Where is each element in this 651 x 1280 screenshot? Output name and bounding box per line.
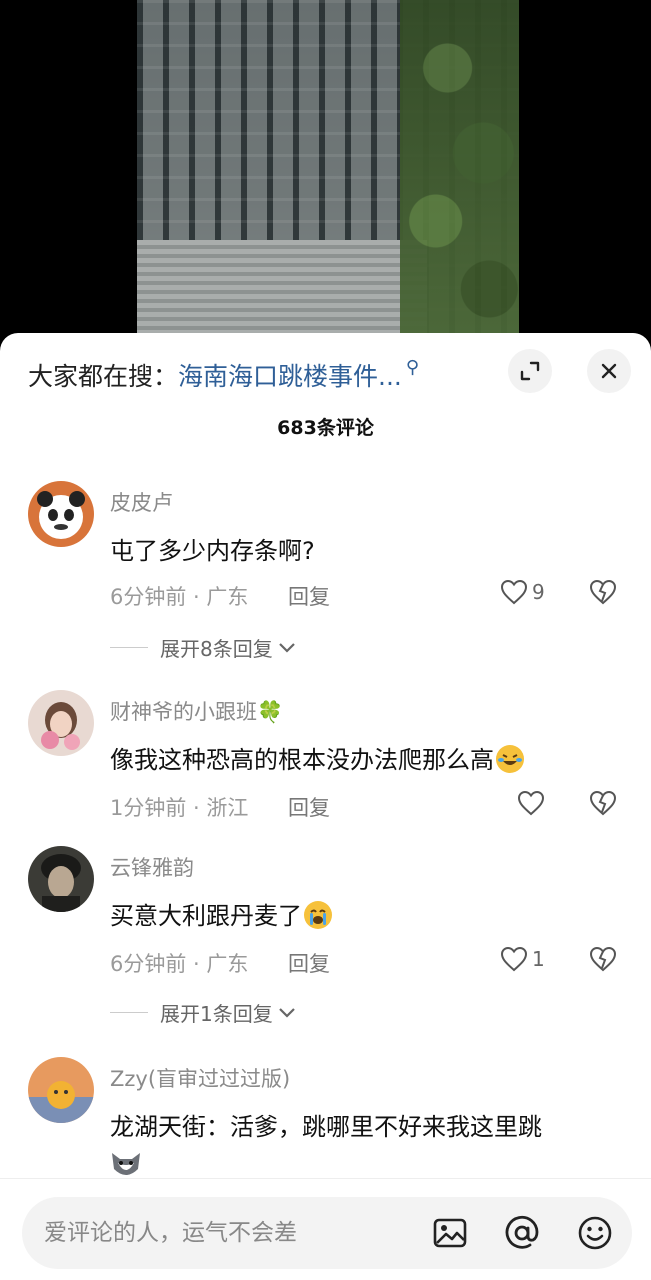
divider (110, 1012, 148, 1013)
comment-username[interactable]: 云锋雅韵 (110, 852, 194, 882)
comment-text-content: 像我这种恐高的根本没办法爬那么高 (110, 746, 494, 774)
search-suggestion[interactable]: 大家都在搜： 海南海口跳楼事件... ⚲ (28, 355, 419, 395)
chevron-down-icon (278, 642, 295, 653)
comment-count-title: 683条评论 (277, 417, 374, 439)
search-term-link[interactable]: 海南海口跳楼事件... (178, 357, 402, 393)
like-button[interactable]: 9 (500, 579, 545, 605)
broken-heart-icon (589, 946, 617, 972)
reply-button[interactable]: 回复 (288, 792, 330, 822)
close-button[interactable] (587, 349, 631, 393)
tree-image (400, 0, 519, 340)
heart-icon (500, 946, 528, 972)
comments-sheet: 大家都在搜： 海南海口跳楼事件... ⚲ 683条评论 皮皮卢 屯了多少内存条啊… (0, 333, 651, 1280)
search-prefix-label: 大家都在搜： (28, 362, 179, 391)
comment-text: 屯了多少内存条啊? (110, 537, 315, 565)
emoji-icon[interactable] (577, 1215, 613, 1251)
like-button[interactable] (516, 790, 546, 816)
comment-input[interactable] (44, 1197, 424, 1269)
comment-username[interactable]: 财神爷的小跟班🍀 (110, 696, 283, 726)
dislike-button[interactable] (588, 790, 618, 820)
mention-icon[interactable] (504, 1215, 540, 1251)
broken-heart-icon (589, 790, 617, 816)
avatar[interactable] (28, 481, 94, 547)
avatar[interactable] (28, 690, 94, 756)
like-count: 1 (532, 947, 545, 971)
comment-item: 云锋雅韵 买意大利跟丹麦了 6分钟前 · 广东 回复 1 展开1条回复 (0, 846, 651, 1036)
comment-username[interactable]: 皮皮卢 (110, 487, 173, 517)
comment-text: 买意大利跟丹麦了 (110, 896, 332, 931)
image-icon[interactable] (432, 1215, 468, 1251)
expand-replies-button[interactable]: 展开1条回复 (110, 998, 297, 1027)
search-icon: ⚲ (405, 356, 420, 378)
comment-username[interactable]: Zzy(盲审过过过版) (110, 1063, 290, 1093)
broken-heart-icon (589, 579, 617, 605)
comment-input-bar (0, 1178, 651, 1280)
video-player[interactable] (0, 0, 651, 360)
close-icon (601, 363, 617, 379)
comment-item: 财神爷的小跟班🍀 像我这种恐高的根本没办法爬那么高 1分钟前 · 浙江 回复 (0, 690, 651, 830)
avatar[interactable] (28, 1057, 94, 1123)
reply-button[interactable]: 回复 (288, 581, 330, 611)
avatar[interactable] (28, 846, 94, 912)
crying-emoji-icon (304, 901, 332, 929)
expand-sheet-button[interactable] (508, 349, 552, 393)
comment-text: 龙湖天街：活爹，跳哪里不好来我这里跳 (110, 1113, 542, 1141)
dislike-button[interactable] (588, 946, 618, 976)
comment-meta: 6分钟前 · 广东 (110, 585, 249, 609)
chevron-down-icon (278, 1007, 295, 1018)
dislike-button[interactable] (588, 579, 618, 609)
comment-item: 皮皮卢 屯了多少内存条啊? 6分钟前 · 广东 回复 9 展开8条回复 (0, 481, 651, 671)
like-button[interactable]: 1 (500, 946, 545, 972)
comment-text: 像我这种恐高的根本没办法爬那么高 (110, 740, 524, 775)
comment-meta: 1分钟前 · 浙江 (110, 796, 249, 820)
comment-input-container[interactable] (22, 1197, 632, 1269)
expand-replies-label: 展开8条回复 (160, 637, 273, 661)
heart-icon (500, 579, 528, 605)
expand-replies-label: 展开1条回复 (160, 1002, 273, 1026)
reply-button[interactable]: 回复 (288, 948, 330, 978)
screen: 大家都在搜： 海南海口跳楼事件... ⚲ 683条评论 皮皮卢 屯了多少内存条啊… (0, 0, 651, 1280)
heart-icon (517, 790, 545, 816)
comment-item: Zzy(盲审过过过版) 龙湖天街：活爹，跳哪里不好来我这里跳 (0, 1057, 651, 1187)
comment-text-content: 买意大利跟丹麦了 (110, 902, 302, 930)
laugh-cry-emoji-icon (496, 745, 524, 773)
expand-replies-button[interactable]: 展开8条回复 (110, 633, 297, 662)
expand-icon (520, 361, 540, 381)
comment-meta: 6分钟前 · 广东 (110, 952, 249, 976)
like-count: 9 (532, 580, 545, 604)
divider (110, 647, 148, 648)
